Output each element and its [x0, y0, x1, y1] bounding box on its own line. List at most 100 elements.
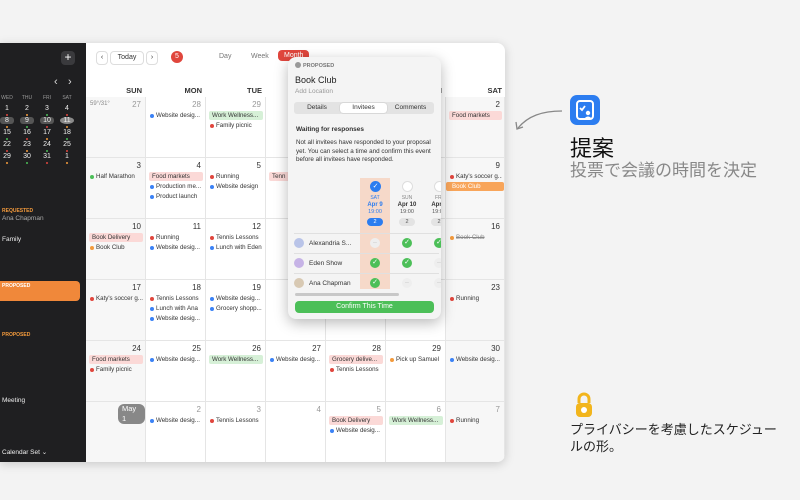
calendar-event[interactable]: Lunch with Eden [209, 243, 263, 252]
day-cell[interactable]: 4 Food markets Production me... Product lau… [146, 158, 206, 219]
mini-day[interactable]: 23 [20, 141, 34, 148]
mini-day[interactable]: 16 [20, 129, 34, 136]
calendar-event[interactable]: Website desig... [149, 111, 203, 120]
day-cell[interactable]: 25 Website desig... [146, 341, 206, 402]
day-cell[interactable]: 10 Book Delivery Book Club [86, 219, 146, 280]
calendar-event[interactable]: Food markets [149, 172, 203, 181]
unselected-circle-icon[interactable] [434, 181, 441, 192]
today-button[interactable]: Today [110, 51, 144, 65]
calendar-event[interactable]: Product launch [149, 192, 203, 201]
day-cell[interactable]: 28 Website desig... [146, 97, 206, 158]
calendar-event[interactable]: Food markets [89, 355, 143, 364]
calendar-event[interactable]: Website desig... [149, 314, 203, 323]
day-cell[interactable]: 3 Tennis Lessons [206, 402, 266, 462]
day-cell[interactable]: 12 Tennis Lessons Lunch with Eden [206, 219, 266, 280]
calendar-event[interactable]: Katy's soccer g... [89, 294, 143, 303]
add-calendar-button[interactable]: + [61, 51, 75, 65]
calendar-family[interactable]: Family [2, 236, 21, 243]
calendar-event[interactable]: Book Delivery [329, 416, 383, 425]
unselected-circle-icon[interactable] [402, 181, 413, 192]
day-cell[interactable]: 28 Grocery delive... Tennis Lessons [326, 341, 386, 402]
confirm-time-button[interactable]: Confirm This Time [295, 301, 434, 313]
calendar-event[interactable]: Tennis Lessons [209, 416, 263, 425]
calendar-event[interactable]: Grocery delive... [329, 355, 383, 364]
day-cell[interactable]: 9 Katy's soccer g... Book Club [446, 158, 505, 219]
day-cell[interactable]: 4 [266, 402, 326, 462]
mini-next-month-button[interactable]: › [68, 76, 72, 88]
calendar-event[interactable]: Work Wellness... [209, 355, 263, 364]
mini-day[interactable]: 3 [40, 105, 54, 112]
view-day-tab[interactable]: Day [219, 53, 231, 60]
calendar-event[interactable]: Tennis Lessons [209, 233, 263, 242]
day-cell[interactable]: 7 Running [446, 402, 505, 462]
mini-day[interactable]: 2 [20, 105, 34, 112]
day-cell[interactable]: 19 Website desig... Grocery shopp... [206, 280, 266, 341]
day-cell[interactable]: 24 Food markets Family picnic [86, 341, 146, 402]
calendar-event[interactable]: Website design [209, 182, 263, 191]
calendar-event[interactable]: Website desig... [329, 426, 383, 435]
day-cell[interactable]: 17 Katy's soccer g... [86, 280, 146, 341]
mini-day[interactable]: 9 [20, 117, 34, 124]
day-cell[interactable]: 27 Website desig... [266, 341, 326, 402]
calendar-event[interactable]: Running [149, 233, 203, 242]
mini-day[interactable]: 24 [40, 141, 54, 148]
day-cell[interactable]: 11 Running Website desig... [146, 219, 206, 280]
calendar-event[interactable]: Website desig... [269, 355, 323, 364]
calendar-event[interactable]: Website desig... [449, 355, 502, 364]
day-cell[interactable]: 27 59°/31° [86, 97, 146, 158]
mini-day[interactable]: 18 [60, 129, 74, 136]
day-cell[interactable]: 23 Running [446, 280, 505, 341]
calendar-event[interactable]: Book Club [446, 182, 504, 191]
next-month-button[interactable]: › [146, 51, 158, 65]
calendar-event[interactable]: Website desig... [209, 294, 263, 303]
tab-details[interactable]: Details [295, 103, 339, 113]
proposed-highlight[interactable]: PROPOSED [0, 281, 80, 301]
calendar-event[interactable]: Book Club [449, 233, 502, 242]
mini-day[interactable]: 1 [0, 105, 14, 112]
calendar-event[interactable]: Work Wellness... [209, 111, 263, 120]
mini-day[interactable]: 8 [0, 117, 14, 124]
mini-day[interactable]: 11 [60, 117, 74, 124]
day-cell[interactable]: 18 Tennis Lessons Lunch with Ana Website de… [146, 280, 206, 341]
calendar-event[interactable]: Running [209, 172, 263, 181]
selected-check-icon[interactable]: ✓ [370, 181, 381, 192]
calendar-event[interactable]: Food markets [449, 111, 502, 120]
calendar-event[interactable]: Website desig... [149, 416, 203, 425]
day-cell[interactable]: 26 Work Wellness... [206, 341, 266, 402]
calendar-event[interactable]: Lunch with Ana [149, 304, 203, 313]
calendar-set-button[interactable]: Calendar Set ⌄ [2, 448, 47, 456]
calendar-event[interactable]: Pick up Samuel [389, 355, 443, 364]
mini-day[interactable]: 31 [40, 153, 54, 160]
calendar-event[interactable]: Family picnic [89, 365, 143, 374]
mini-day[interactable]: 17 [40, 129, 54, 136]
calendar-event[interactable]: Family picnic [209, 121, 263, 130]
day-cell[interactable]: 29 Work Wellness... Family picnic [206, 97, 266, 158]
tab-comments[interactable]: Comments [388, 103, 433, 113]
day-cell[interactable]: 16 Book Club [446, 219, 505, 280]
notification-badge[interactable]: 5 [171, 51, 183, 63]
calendar-event[interactable]: Tennis Lessons [149, 294, 203, 303]
horizontal-scrollbar[interactable] [295, 293, 399, 296]
tab-invitees[interactable]: Invitees [340, 103, 387, 113]
location-field[interactable]: Add Location [295, 88, 333, 95]
mini-day[interactable]: 30 [20, 153, 34, 160]
mini-day[interactable]: 29 [0, 153, 14, 160]
day-cell[interactable]: 30 Website desig... [446, 341, 505, 402]
calendar-event[interactable]: Half Marathon [89, 172, 143, 181]
mini-day[interactable]: 4 [60, 105, 74, 112]
mini-day[interactable]: 25 [60, 141, 74, 148]
calendar-event[interactable]: Work Wellness... [389, 416, 443, 425]
calendar-event[interactable]: Grocery shopp... [209, 304, 263, 313]
prev-month-button[interactable]: ‹ [96, 51, 108, 65]
calendar-event[interactable]: Katy's soccer g... [449, 172, 502, 181]
day-cell[interactable]: 6 Work Wellness... [386, 402, 446, 462]
mini-prev-month-button[interactable]: ‹ [54, 76, 58, 88]
mini-day[interactable]: 22 [0, 141, 14, 148]
mini-day[interactable]: 1 [60, 153, 74, 160]
calendar-event[interactable]: Website desig... [149, 355, 203, 364]
calendar-event[interactable]: Running [449, 294, 502, 303]
day-cell[interactable]: 29 Pick up Samuel [386, 341, 446, 402]
calendar-event[interactable]: Production me... [149, 182, 203, 191]
calendar-event[interactable]: Running [449, 416, 502, 425]
day-cell[interactable]: 5 Book Delivery Website desig... [326, 402, 386, 462]
